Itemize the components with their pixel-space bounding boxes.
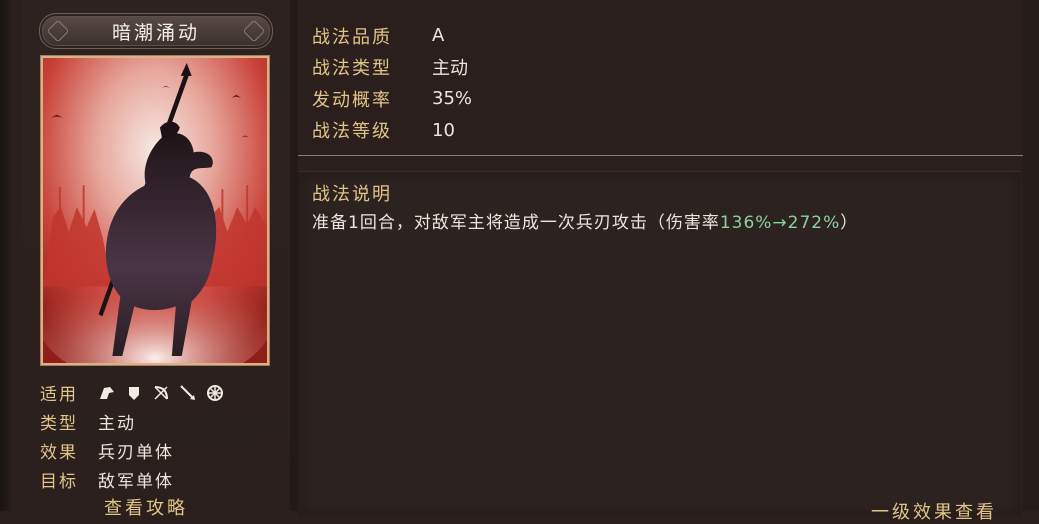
skill-name: 暗潮涌动: [111, 21, 200, 44]
cavalry-icon: [98, 384, 116, 402]
skill-type-value: 主动: [432, 58, 468, 80]
skill-level-value: 10: [432, 119, 455, 141]
effect-value: 兵刃单体: [98, 443, 174, 463]
bow-icon: [152, 384, 170, 402]
banner-ornament-left: [46, 19, 70, 43]
warrior-silhouette-art: [43, 58, 267, 363]
spear-icon: [179, 384, 197, 402]
view-guide-link[interactable]: 查看攻略: [104, 494, 188, 520]
type-label: 类型: [40, 414, 78, 434]
panel-divider: [290, 0, 298, 511]
wheel-icon: [206, 384, 224, 402]
info-row-trigger-rate: 发动概率 35%: [312, 83, 472, 115]
damage-rate: 136%→272%: [719, 213, 841, 233]
target-value: 敌军单体: [98, 472, 174, 492]
trigger-rate-value: 35%: [432, 88, 473, 110]
applicable-label: 适用: [40, 385, 78, 405]
info-row-skill-type: 战法类型 主动: [312, 52, 472, 84]
description-title: 战法说明: [312, 184, 392, 205]
section-divider: [298, 155, 1023, 156]
level-effect-link[interactable]: 一级效果查看: [871, 498, 997, 524]
attr-target: 目标 敌军单体: [40, 465, 280, 494]
attr-type: 类型 主动: [40, 407, 280, 436]
shield-icon: [125, 384, 143, 402]
skill-artwork: [40, 55, 270, 366]
info-row-skill-level: 战法等级 10: [312, 115, 472, 147]
description-prefix: 准备1回合，对敌军主将造成一次兵刃攻击（伤害率: [312, 213, 720, 233]
type-value: 主动: [98, 414, 136, 434]
banner-ornament-right: [242, 19, 266, 43]
description-suffix: ）: [840, 213, 859, 233]
quality-value: A: [432, 25, 445, 47]
description-text: 准备1回合，对敌军主将造成一次兵刃攻击（伤害率136%→272%）: [312, 208, 858, 233]
unit-type-icons: [98, 384, 224, 402]
right-edge: [1023, 0, 1039, 511]
attr-effect: 效果 兵刃单体: [40, 436, 280, 465]
left-edge: [0, 0, 14, 511]
trigger-rate-label: 发动概率: [312, 89, 392, 111]
target-label: 目标: [40, 472, 78, 492]
skill-attributes: 适用 类型 主动 效果 兵刃单体 目标 敌军单体: [40, 378, 280, 494]
info-row-quality: 战法品质 A: [312, 20, 472, 52]
attr-applicable: 适用: [40, 378, 280, 407]
skill-level-label: 战法等级: [312, 121, 392, 143]
skill-name-banner: 暗潮涌动: [39, 13, 273, 49]
skill-info-panel: 战法品质 A 战法类型 主动 发动概率 35% 战法等级 10: [312, 20, 472, 146]
skill-description-box: 战法说明 准备1回合，对敌军主将造成一次兵刃攻击（伤害率136%→272%） 一…: [298, 171, 1021, 523]
effect-label: 效果: [40, 443, 78, 463]
skill-type-label: 战法类型: [312, 58, 392, 80]
quality-label: 战法品质: [312, 26, 392, 48]
